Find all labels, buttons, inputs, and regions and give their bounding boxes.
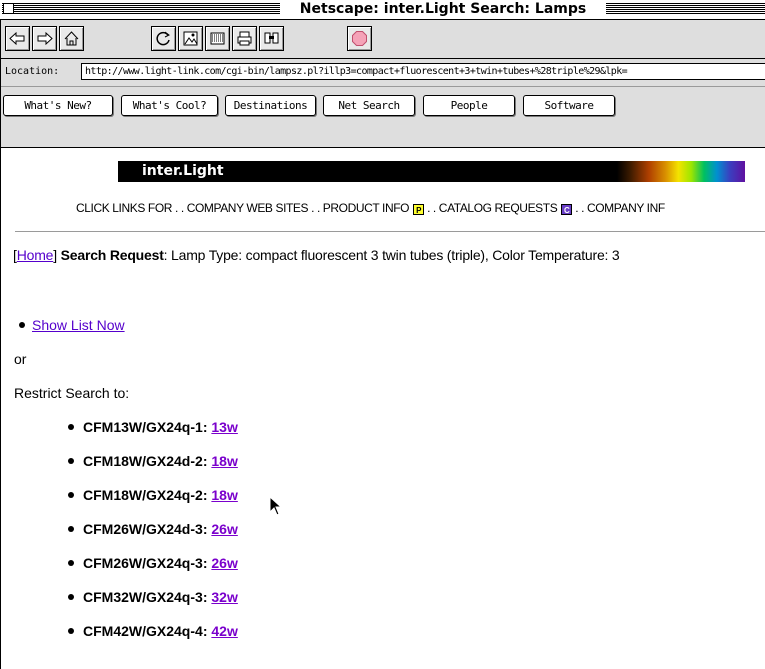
- images-button[interactable]: [178, 26, 203, 51]
- back-arrow-icon: [9, 31, 25, 46]
- back-button[interactable]: [5, 26, 30, 51]
- software-button[interactable]: Software: [523, 95, 615, 116]
- lamp-watt-link[interactable]: 18w: [211, 453, 237, 469]
- net-search-button[interactable]: Net Search: [323, 95, 415, 116]
- location-label: Location:: [5, 66, 60, 77]
- page-content: inter.Light CLICK LINKS FOR . . COMPANY …: [0, 147, 765, 669]
- bullet: [68, 424, 74, 430]
- lamp-code: CFM26W/GX24d-3: [83, 521, 203, 537]
- find-icon: [264, 32, 279, 44]
- bullet: [68, 492, 74, 498]
- people-button[interactable]: People: [423, 95, 515, 116]
- search-request-label: Search Request: [60, 247, 164, 263]
- lamp-code: CFM26W/GX24q-3: [83, 555, 203, 571]
- bullet: [19, 322, 25, 328]
- list-item: CFM32W/GX24q-3: 32w: [68, 589, 238, 623]
- lamp-code: CFM13W/GX24q-1: [83, 419, 203, 435]
- bullet: [68, 594, 74, 600]
- bullet: [68, 458, 74, 464]
- location-divider: [1, 86, 765, 87]
- bullet: [68, 560, 74, 566]
- close-box[interactable]: [3, 3, 14, 14]
- location-field[interactable]: http://www.light-link.com/cgi-bin/lampsz…: [81, 63, 765, 80]
- show-list-item: Show List Now: [19, 317, 125, 333]
- print-button[interactable]: [232, 26, 257, 51]
- window-title: Netscape: inter.Light Search: Lamps: [280, 1, 606, 18]
- lamp-watt-link[interactable]: 13w: [211, 419, 237, 435]
- home-icon: [64, 31, 79, 46]
- open-icon: [210, 32, 225, 45]
- forward-button[interactable]: [32, 26, 57, 51]
- spectrum-graphic: [617, 161, 745, 182]
- lamp-code: CFM32W/GX24q-3: [83, 589, 203, 605]
- open-button[interactable]: [205, 26, 230, 51]
- search-request-line: [Home] Search Request: Lamp Type: compac…: [13, 247, 620, 263]
- toolbar-divider: [1, 58, 765, 59]
- restrict-search-text: Restrict Search to:: [14, 385, 130, 401]
- lamp-code: CFM42W/GX24q-4: [83, 623, 203, 639]
- lamp-watt-link[interactable]: 26w: [211, 555, 237, 571]
- title-bar[interactable]: Netscape: inter.Light Search: Lamps: [0, 0, 765, 20]
- product-info-icon[interactable]: P: [413, 204, 425, 215]
- lamp-code: CFM18W/GX24d-2: [83, 453, 203, 469]
- brand-banner[interactable]: inter.Light: [118, 161, 745, 182]
- list-item: CFM18W/GX24q-2: 18w: [68, 487, 238, 521]
- list-item: CFM42W/GX24q-4: 42w: [68, 623, 238, 657]
- find-button[interactable]: [259, 26, 284, 51]
- search-request-text: : Lamp Type: compact fluorescent 3 twin …: [163, 247, 620, 263]
- lamp-list: CFM13W/GX24q-1: 13w CFM18W/GX24d-2: 18w …: [68, 419, 238, 657]
- whats-cool-button[interactable]: What's Cool?: [121, 95, 218, 116]
- mouse-pointer-icon: [269, 496, 283, 516]
- destinations-button[interactable]: Destinations: [225, 95, 316, 116]
- lamp-watt-link[interactable]: 32w: [211, 589, 237, 605]
- reload-icon: [156, 31, 170, 46]
- list-item: CFM26W/GX24d-3: 26w: [68, 521, 238, 555]
- brand-logo: inter.Light: [142, 163, 224, 179]
- bullet: [68, 526, 74, 532]
- lamp-watt-link[interactable]: 42w: [211, 623, 237, 639]
- stop-icon: [352, 31, 367, 46]
- click-prefix: CLICK LINKS FOR . . COMPANY WEB SITES . …: [76, 201, 410, 215]
- lamp-code: CFM18W/GX24q-2: [83, 487, 203, 503]
- list-item: CFM26W/GX24q-3: 26w: [68, 555, 238, 589]
- click-suffix: . . COMPANY INF: [575, 201, 665, 215]
- images-icon: [183, 31, 198, 46]
- stop-button[interactable]: [347, 26, 372, 51]
- list-item: CFM13W/GX24q-1: 13w: [68, 419, 238, 453]
- or-text: or: [14, 351, 27, 367]
- bullet: [68, 628, 74, 634]
- forward-arrow-icon: [37, 31, 53, 46]
- list-item: CFM18W/GX24d-2: 18w: [68, 453, 238, 487]
- whats-new-button[interactable]: What's New?: [3, 95, 113, 116]
- browser-chrome: Location: http://www.light-link.com/cgi-…: [0, 20, 765, 147]
- horizontal-rule: [15, 231, 765, 233]
- click-links-line: CLICK LINKS FOR . . COMPANY WEB SITES . …: [76, 201, 665, 215]
- home-link[interactable]: Home: [17, 247, 54, 263]
- reload-button[interactable]: [151, 26, 176, 51]
- show-list-link[interactable]: Show List Now: [32, 317, 125, 333]
- lamp-watt-link[interactable]: 18w: [211, 487, 237, 503]
- print-icon: [237, 31, 252, 46]
- title-stripes-left: [2, 3, 280, 15]
- home-button[interactable]: [59, 26, 84, 51]
- lamp-watt-link[interactable]: 26w: [211, 521, 237, 537]
- catalog-request-icon[interactable]: C: [561, 204, 573, 215]
- title-stripes-right: [606, 3, 765, 15]
- click-mid: . . CATALOG REQUESTS: [427, 201, 558, 215]
